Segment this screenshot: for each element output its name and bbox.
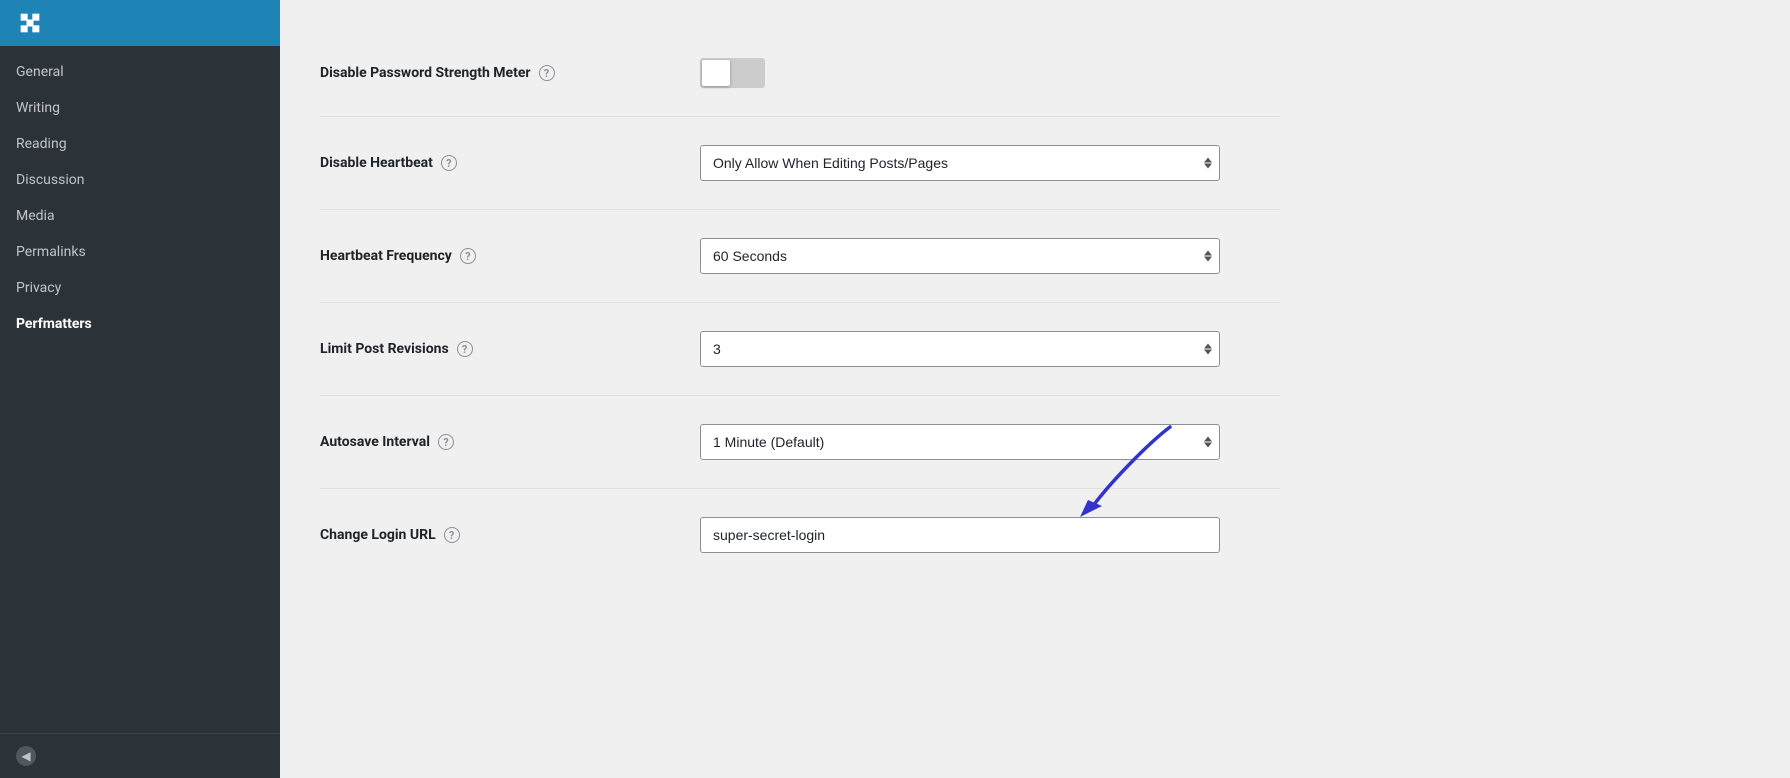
select-autosave-interval[interactable]: 1 Minute (Default)2 Minutes5 Minutes10 M… bbox=[700, 424, 1220, 460]
text-input-change-login-url[interactable] bbox=[700, 517, 1220, 553]
help-icon-limit-post-revisions[interactable]: ? bbox=[457, 341, 473, 357]
toggle-knob-disable-password bbox=[702, 60, 730, 86]
setting-label-heartbeat-frequency: Heartbeat Frequency? bbox=[320, 248, 660, 264]
collapse-menu-button[interactable]: ◀ bbox=[0, 733, 280, 778]
select-wrapper-heartbeat-frequency: 15 Seconds30 Seconds45 Seconds60 Seconds… bbox=[700, 238, 1220, 274]
settings-table: Disable Password Strength Meter?Disable … bbox=[320, 30, 1280, 581]
setting-row-heartbeat-frequency: Heartbeat Frequency? 15 Seconds30 Seconds… bbox=[320, 210, 1280, 303]
setting-control-limit-post-revisions: 1234510Disable bbox=[700, 331, 1280, 367]
setting-label-text-disable-password: Disable Password Strength Meter bbox=[320, 65, 531, 81]
sidebar-navigation: GeneralWritingReadingDiscussionMediaPerm… bbox=[0, 46, 280, 733]
select-limit-post-revisions[interactable]: 1234510Disable bbox=[700, 331, 1220, 367]
setting-label-disable-password: Disable Password Strength Meter? bbox=[320, 65, 660, 81]
setting-label-text-autosave-interval: Autosave Interval bbox=[320, 434, 430, 450]
setting-row-disable-password: Disable Password Strength Meter? bbox=[320, 30, 1280, 117]
help-icon-autosave-interval[interactable]: ? bbox=[438, 434, 454, 450]
setting-control-heartbeat-frequency: 15 Seconds30 Seconds45 Seconds60 Seconds… bbox=[700, 238, 1280, 274]
sidebar-header bbox=[0, 0, 280, 46]
setting-label-text-change-login-url: Change Login URL bbox=[320, 527, 436, 543]
select-wrapper-limit-post-revisions: 1234510Disable bbox=[700, 331, 1220, 367]
setting-row-change-login-url: Change Login URL? bbox=[320, 489, 1280, 581]
sidebar: GeneralWritingReadingDiscussionMediaPerm… bbox=[0, 0, 280, 778]
help-icon-heartbeat-frequency[interactable]: ? bbox=[460, 248, 476, 264]
sidebar-item-permalinks[interactable]: Permalinks bbox=[0, 234, 280, 270]
help-icon-change-login-url[interactable]: ? bbox=[444, 527, 460, 543]
setting-label-limit-post-revisions: Limit Post Revisions? bbox=[320, 341, 660, 357]
toggle-disable-password[interactable] bbox=[700, 58, 765, 88]
setting-row-autosave-interval: Autosave Interval? 1 Minute (Default)2 Mi… bbox=[320, 396, 1280, 489]
help-icon-disable-heartbeat[interactable]: ? bbox=[441, 155, 457, 171]
main-content: Disable Password Strength Meter?Disable … bbox=[280, 0, 1790, 778]
select-wrapper-autosave-interval: 1 Minute (Default)2 Minutes5 Minutes10 M… bbox=[700, 424, 1220, 460]
setting-row-disable-heartbeat: Disable Heartbeat? Disable EverywhereOnly… bbox=[320, 117, 1280, 210]
sidebar-item-perfmatters[interactable]: Perfmatters bbox=[0, 306, 280, 342]
wordpress-logo bbox=[16, 9, 44, 37]
setting-label-text-heartbeat-frequency: Heartbeat Frequency bbox=[320, 248, 452, 264]
setting-label-autosave-interval: Autosave Interval? bbox=[320, 434, 660, 450]
setting-control-disable-password bbox=[700, 58, 1280, 88]
setting-control-change-login-url bbox=[700, 517, 1280, 553]
setting-label-text-limit-post-revisions: Limit Post Revisions bbox=[320, 341, 449, 357]
input-wrapper-change-login-url bbox=[700, 517, 1220, 553]
setting-label-disable-heartbeat: Disable Heartbeat? bbox=[320, 155, 660, 171]
setting-row-limit-post-revisions: Limit Post Revisions? 1234510Disable bbox=[320, 303, 1280, 396]
sidebar-item-writing[interactable]: Writing bbox=[0, 90, 280, 126]
select-wrapper-disable-heartbeat: Disable EverywhereOnly Allow When Editin… bbox=[700, 145, 1220, 181]
setting-label-text-disable-heartbeat: Disable Heartbeat bbox=[320, 155, 433, 171]
sidebar-item-general[interactable]: General bbox=[0, 54, 280, 90]
setting-label-change-login-url: Change Login URL? bbox=[320, 527, 660, 543]
select-heartbeat-frequency[interactable]: 15 Seconds30 Seconds45 Seconds60 Seconds… bbox=[700, 238, 1220, 274]
sidebar-item-discussion[interactable]: Discussion bbox=[0, 162, 280, 198]
setting-control-autosave-interval: 1 Minute (Default)2 Minutes5 Minutes10 M… bbox=[700, 424, 1280, 460]
collapse-icon: ◀ bbox=[16, 746, 36, 766]
sidebar-item-reading[interactable]: Reading bbox=[0, 126, 280, 162]
select-disable-heartbeat[interactable]: Disable EverywhereOnly Allow When Editin… bbox=[700, 145, 1220, 181]
help-icon-disable-password[interactable]: ? bbox=[539, 65, 555, 81]
setting-control-disable-heartbeat: Disable EverywhereOnly Allow When Editin… bbox=[700, 145, 1280, 181]
sidebar-item-privacy[interactable]: Privacy bbox=[0, 270, 280, 306]
sidebar-item-media[interactable]: Media bbox=[0, 198, 280, 234]
